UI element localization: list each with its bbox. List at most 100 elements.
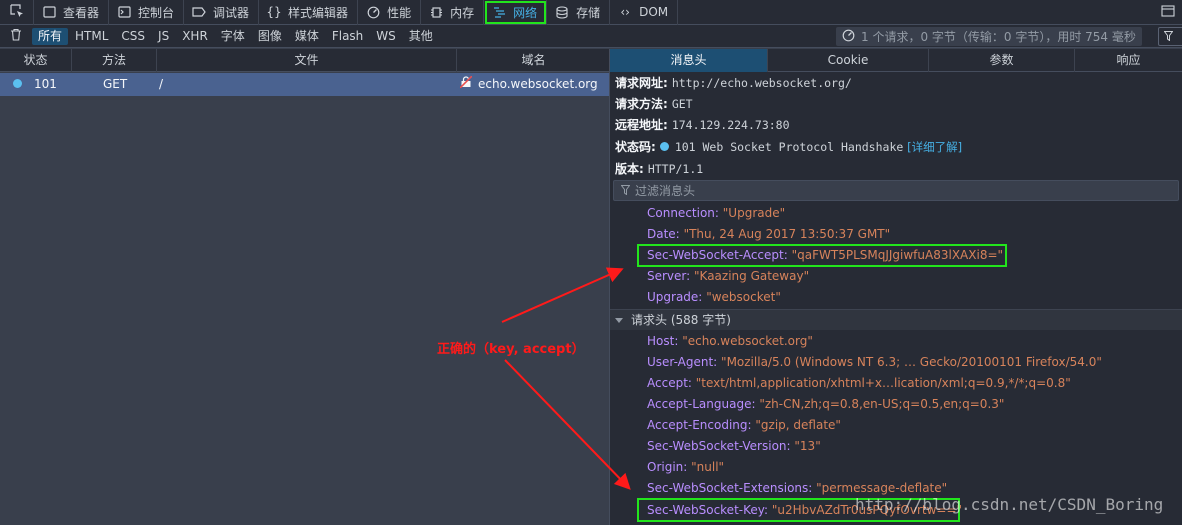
filter-all[interactable]: 所有	[32, 27, 69, 45]
header-value: "permessage-deflate"	[816, 481, 948, 495]
request-header-user-agent[interactable]: User-Agent: "Mozilla/5.0 (Windows NT 6.3…	[647, 352, 1102, 373]
column-domain[interactable]: 域名	[457, 49, 610, 72]
summary-status-value: 101 Web Socket Protocol Handshake	[674, 140, 904, 154]
response-header-date[interactable]: Date: "Thu, 24 Aug 2017 13:50:37 GMT"	[647, 224, 890, 245]
tab-console[interactable]: 控制台	[109, 0, 185, 25]
header-value: "Mozilla/5.0 (Windows NT 6.3; … Gecko/20…	[721, 355, 1102, 369]
filter-js[interactable]: JS	[152, 28, 175, 45]
header-name: Accept:	[647, 376, 692, 390]
tab-dom[interactable]: ‹› DOM	[610, 0, 679, 25]
request-header-sec-websocket-version[interactable]: Sec-WebSocket-Version: "13"	[647, 436, 821, 457]
summary-method-label: 请求方法:	[615, 97, 668, 111]
network-filter-bar: 所有 HTML CSS JS XHR 字体 图像 媒体 Flash WS 其他 …	[0, 25, 1182, 48]
header-value: "Thu, 24 Aug 2017 13:50:37 GMT"	[683, 227, 891, 241]
request-summary[interactable]: 1 个请求，0 字节（传输：0 字节），用时 754 毫秒	[836, 27, 1142, 46]
summary-method: 请求方法: GET	[615, 94, 693, 115]
performance-icon	[366, 5, 380, 19]
cell-domain: echo.websocket.org	[460, 73, 610, 96]
header-name: Upgrade:	[647, 290, 703, 304]
header-name: Origin:	[647, 460, 688, 474]
summary-version: 版本: HTTP/1.1	[615, 159, 703, 180]
header-name: Host:	[647, 334, 679, 348]
filter-fonts[interactable]: 字体	[215, 28, 251, 45]
filter-css[interactable]: CSS	[115, 28, 151, 45]
header-value: "websocket"	[706, 290, 781, 304]
style-editor-icon: {}	[266, 5, 282, 19]
tab-cookies[interactable]: Cookie	[768, 49, 929, 72]
request-header-accept[interactable]: Accept: "text/html,application/xhtml+x…l…	[647, 373, 1071, 394]
element-picker-button[interactable]	[0, 0, 34, 25]
tab-style-editor[interactable]: {} 样式编辑器	[259, 0, 359, 25]
header-name: Date:	[647, 227, 680, 241]
tab-style-editor-label: 样式编辑器	[288, 5, 349, 20]
summary-url-value: http://echo.websocket.org/	[671, 76, 852, 90]
tab-params[interactable]: 参数	[929, 49, 1075, 72]
column-status[interactable]: 状态	[0, 49, 72, 72]
summary-remote-value: 174.129.224.73:80	[671, 118, 790, 132]
header-name: Server:	[647, 269, 691, 283]
request-header-accept-language[interactable]: Accept-Language: "zh-CN,zh;q=0.8,en-US;q…	[647, 394, 1004, 415]
tab-performance[interactable]: 性能	[358, 0, 422, 25]
filter-url-input[interactable]	[1158, 27, 1182, 46]
header-value: "gzip, deflate"	[755, 418, 841, 432]
header-value: "Kaazing Gateway"	[694, 269, 810, 283]
header-value: "Upgrade"	[722, 206, 786, 220]
request-header-host[interactable]: Host: "echo.websocket.org"	[647, 331, 813, 352]
filter-xhr[interactable]: XHR	[176, 28, 214, 45]
request-table-header: 状态 方法 文件 域名	[0, 49, 610, 72]
memory-icon	[429, 5, 443, 19]
tab-debugger[interactable]: 调试器	[184, 0, 260, 25]
header-value: "text/html,application/xhtml+x…lication/…	[695, 376, 1071, 390]
column-file[interactable]: 文件	[157, 49, 457, 72]
insecure-connection-icon	[460, 73, 473, 96]
debugger-icon	[192, 5, 206, 19]
tab-network[interactable]: 网络	[484, 0, 548, 25]
split-icon	[1161, 5, 1175, 20]
tab-memory[interactable]: 内存	[421, 0, 485, 25]
request-summary-text: 1 个请求，0 字节（传输：0 字节），用时 754 毫秒	[861, 30, 1136, 44]
header-name: Accept-Encoding:	[647, 418, 752, 432]
inspector-icon	[42, 5, 56, 19]
column-method[interactable]: 方法	[72, 49, 157, 72]
cell-file: /	[159, 77, 164, 91]
filter-images[interactable]: 图像	[252, 28, 288, 45]
tab-response[interactable]: 响应	[1075, 49, 1182, 72]
header-value: "zh-CN,zh;q=0.8,en-US;q=0.5,en;q=0.3"	[759, 397, 1005, 411]
request-header-accept-encoding[interactable]: Accept-Encoding: "gzip, deflate"	[647, 415, 841, 436]
tab-dom-label: DOM	[639, 5, 669, 19]
header-name: Sec-WebSocket-Version:	[647, 439, 791, 453]
response-header-connection[interactable]: Connection: "Upgrade"	[647, 203, 785, 224]
header-name: User-Agent:	[647, 355, 718, 369]
response-header-upgrade[interactable]: Upgrade: "websocket"	[647, 287, 781, 308]
storage-icon	[555, 5, 569, 19]
dom-icon: ‹›	[620, 5, 630, 19]
status-dot	[0, 73, 34, 96]
learn-more-link[interactable]: [详细了解]	[907, 140, 962, 154]
summary-remote-address: 远程地址: 174.129.224.73:80	[615, 115, 790, 136]
table-row[interactable]: 101 GET / echo.websocket.org	[0, 73, 610, 96]
header-name: Connection:	[647, 206, 719, 220]
tab-inspector-label: 查看器	[63, 5, 100, 20]
filter-media[interactable]: 媒体	[289, 28, 325, 45]
filter-html[interactable]: HTML	[69, 28, 114, 45]
request-headers-section[interactable]: 请求头 (588 字节)	[610, 309, 1182, 330]
tab-headers[interactable]: 消息头	[610, 49, 768, 72]
response-header-server[interactable]: Server: "Kaazing Gateway"	[647, 266, 809, 287]
tab-storage-label: 存储	[576, 5, 601, 20]
split-console-button[interactable]	[1154, 0, 1182, 25]
clear-button[interactable]	[0, 25, 32, 48]
filter-flash[interactable]: Flash	[326, 28, 369, 45]
filter-other[interactable]: 其他	[403, 28, 439, 45]
header-value: "echo.websocket.org"	[682, 334, 813, 348]
request-header-origin[interactable]: Origin: "null"	[647, 457, 724, 478]
summary-url-label: 请求网址:	[615, 76, 668, 90]
filter-ws[interactable]: WS	[370, 28, 401, 45]
tab-console-label: 控制台	[138, 5, 175, 20]
tab-network-label: 网络	[513, 5, 538, 20]
summary-remote-label: 远程地址:	[615, 118, 668, 132]
filter-headers-input[interactable]: 过滤消息头	[613, 180, 1179, 201]
tab-inspector[interactable]: 查看器	[34, 0, 110, 25]
status-dot-icon	[659, 142, 669, 151]
tab-storage[interactable]: 存储	[547, 0, 611, 25]
cell-domain-text: echo.websocket.org	[478, 77, 598, 91]
